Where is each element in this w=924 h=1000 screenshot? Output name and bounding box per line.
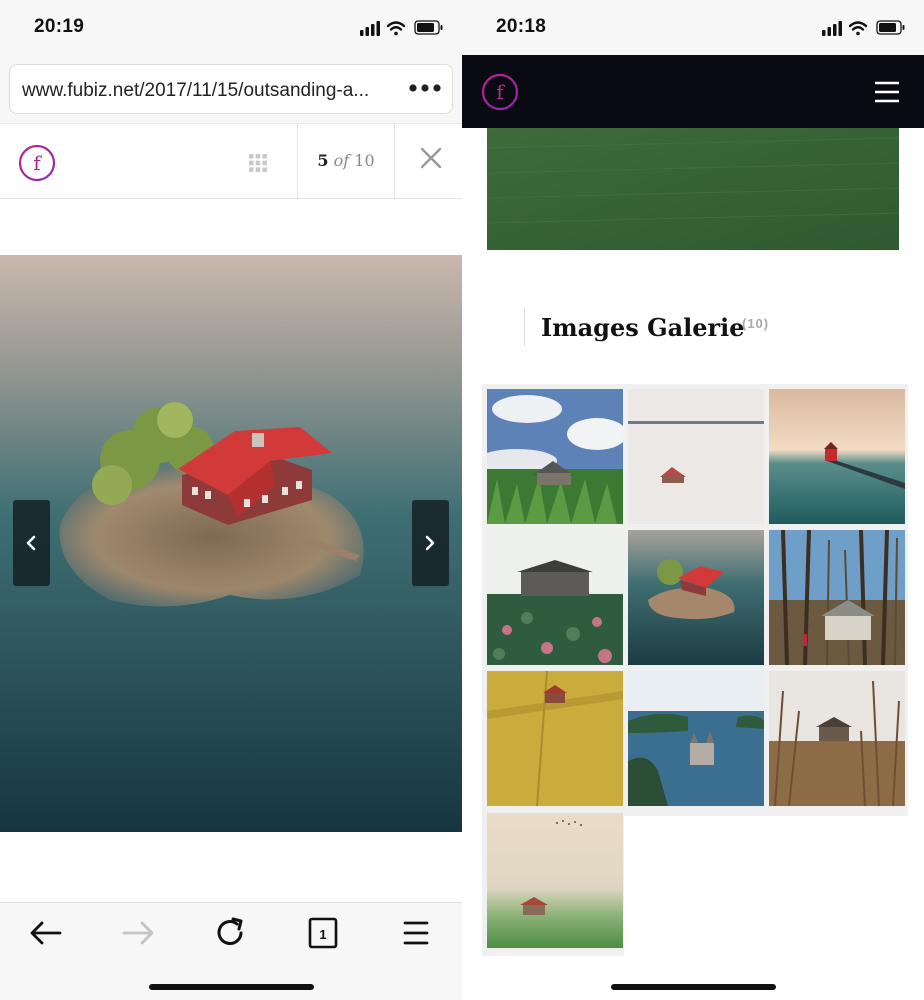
chevron-left-icon <box>26 535 36 551</box>
grid-view-icon[interactable] <box>247 152 269 174</box>
right-screen: 20:18 f Images Galerie (10) <box>462 0 924 1000</box>
wifi-icon <box>386 21 406 36</box>
chevron-right-icon <box>425 535 435 551</box>
status-bar: 20:18 <box>462 0 924 56</box>
status-time: 20:18 <box>496 16 547 37</box>
thumb-snow-house <box>628 389 764 524</box>
gallery-thumbnail[interactable] <box>769 530 905 665</box>
gallery-thumbnail[interactable] <box>487 389 623 524</box>
fubiz-logo-icon[interactable]: f <box>18 144 56 182</box>
title-divider <box>524 308 525 346</box>
status-icons <box>822 20 905 36</box>
wifi-icon <box>848 21 868 36</box>
status-bar: 20:19 <box>0 0 462 56</box>
gallery-thumbnail[interactable] <box>769 389 905 524</box>
image-counter: 5 of 10 <box>298 151 394 170</box>
thumb-forest-cabin <box>769 530 905 665</box>
signal-icon <box>360 21 380 36</box>
gallery-main-image <box>0 255 462 832</box>
gallery-thumbnail[interactable] <box>487 813 623 948</box>
gallery-count: (10) <box>742 316 770 331</box>
signal-icon <box>822 21 842 36</box>
counter-total: 10 <box>354 151 375 170</box>
gallery-thumbnail[interactable] <box>628 389 764 524</box>
status-icons <box>360 20 443 36</box>
thumb-cabin-corn-field <box>487 389 623 524</box>
thumb-wheat-field-house <box>487 671 623 806</box>
forward-arrow-icon[interactable] <box>118 913 158 953</box>
svg-text:1: 1 <box>319 927 326 942</box>
reload-icon[interactable] <box>211 913 251 953</box>
previous-image-button[interactable] <box>13 500 50 586</box>
browser-address-bar: www.fubiz.net/2017/11/15/outsanding-a... <box>0 56 462 124</box>
counter-current: 5 <box>317 151 329 170</box>
back-arrow-icon[interactable] <box>26 913 66 953</box>
counter-of: of <box>333 151 350 170</box>
thumb-foggy-green-house <box>487 813 623 948</box>
site-header: f <box>462 55 924 128</box>
more-options-icon[interactable] <box>408 78 442 98</box>
left-screen: 20:19 www.fubiz.net/2017/11/15/outsandin <box>0 0 462 1000</box>
battery-icon <box>876 20 905 35</box>
fubiz-logo-icon[interactable]: f <box>481 73 519 111</box>
gallery-title: Images Galerie <box>541 313 745 342</box>
thumb-cabin-flowers <box>487 530 623 665</box>
tabs-icon[interactable]: 1 <box>303 913 343 953</box>
home-indicator <box>611 984 776 990</box>
thumb-lake-castle <box>628 671 764 806</box>
status-time: 20:19 <box>34 16 85 37</box>
thumb-lighthouse-pier <box>769 389 905 524</box>
gallery-thumbnail[interactable] <box>487 671 623 806</box>
url-text: www.fubiz.net/2017/11/15/outsanding-a... <box>22 80 370 101</box>
gallery-thumbnail[interactable] <box>769 671 905 806</box>
hamburger-menu-icon[interactable] <box>875 81 899 103</box>
menu-icon[interactable] <box>396 913 436 953</box>
browser-toolbar: 1 <box>0 902 462 1000</box>
next-image-button[interactable] <box>412 500 449 586</box>
lightbox-header: f 5 of 10 <box>0 124 462 199</box>
thumb-island-house <box>628 530 764 665</box>
gallery-thumbnail[interactable] <box>628 671 764 806</box>
logo-letter: f <box>496 80 505 104</box>
home-indicator <box>149 984 314 990</box>
gallery-thumbnail[interactable] <box>487 530 623 665</box>
thumb-dry-grass-cabin <box>769 671 905 806</box>
battery-icon <box>414 20 443 35</box>
logo-letter: f <box>33 151 42 175</box>
url-field[interactable]: www.fubiz.net/2017/11/15/outsanding-a... <box>9 64 453 114</box>
gallery-thumbnail[interactable] <box>628 530 764 665</box>
close-icon[interactable] <box>419 146 443 170</box>
article-image <box>487 128 899 250</box>
header-divider <box>394 124 395 199</box>
